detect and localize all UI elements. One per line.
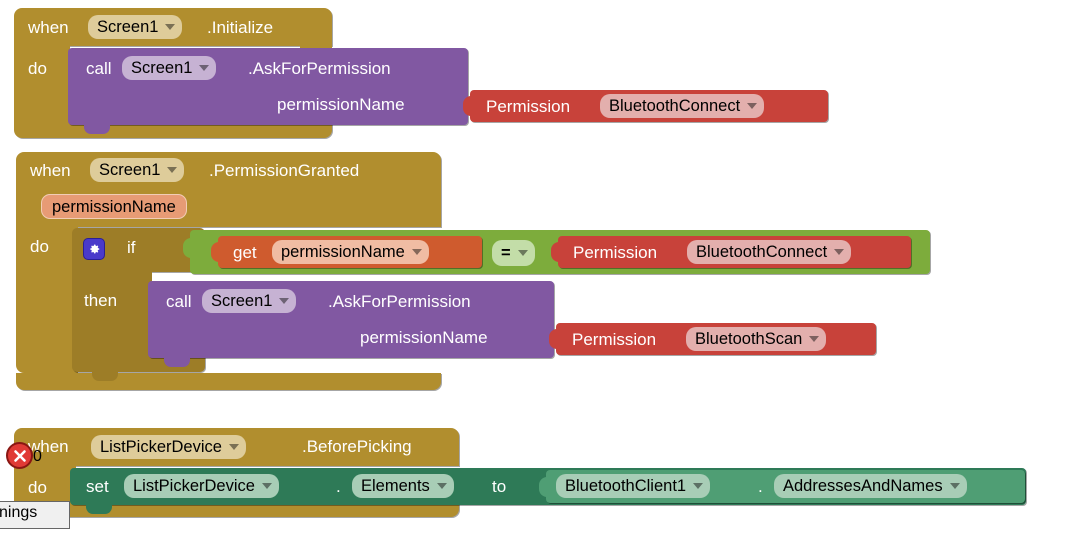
chevron-down-icon [261, 483, 272, 489]
compare-block-plug [183, 238, 195, 258]
permission-dropdown-1-label: BluetoothConnect [609, 97, 741, 115]
mutator-gear-icon[interactable] [83, 238, 105, 260]
call-keyword-1: call [86, 59, 112, 78]
error-x-icon [13, 449, 26, 462]
warnings-label-box[interactable]: nings [0, 501, 70, 529]
error-count: 0 [33, 448, 42, 465]
permission-dropdown-3[interactable]: BluetoothScan [686, 327, 827, 351]
variable-get-block-plug [211, 242, 223, 262]
chevron-down-icon [517, 250, 528, 256]
event-param-permissionname[interactable]: permissionName [41, 194, 187, 219]
compare-operator-dropdown[interactable]: = [492, 240, 535, 266]
chevron-down-icon [693, 483, 704, 489]
set-keyword: set [86, 477, 109, 496]
permission-dropdown-3-label: BluetoothScan [695, 330, 803, 348]
event-param-permissionname-label: permissionName [52, 197, 176, 216]
when-keyword-2: when [30, 161, 71, 180]
event-block-screen1-permissiongranted-foot [16, 373, 441, 390]
event-name-3: .BeforePicking [302, 437, 412, 456]
helper-block-permission-3-plug [549, 329, 561, 349]
blocks-canvas[interactable]: when Screen1 .Initialize do call Screen1… [0, 0, 1066, 537]
then-label: then [84, 291, 118, 310]
permission-dropdown-2-label: BluetoothConnect [696, 243, 828, 261]
event-name-2: .PermissionGranted [209, 161, 360, 180]
component-dropdown-listpickerdevice[interactable]: ListPickerDevice [91, 435, 246, 459]
get-property-dropdown-addressesandnames-label: AddressesAndNames [783, 477, 943, 495]
chevron-down-icon [411, 249, 422, 255]
get-component-dropdown-bluetoothclient1[interactable]: BluetoothClient1 [556, 474, 711, 498]
permission-label-1: Permission [486, 97, 571, 116]
statement-notch-1 [84, 125, 110, 134]
call-component-dropdown-screen1-1-label: Screen1 [131, 59, 193, 77]
permission-label-2: Permission [573, 243, 658, 262]
variable-dropdown-permissionname[interactable]: permissionName [272, 240, 429, 264]
arg-label-permissionname-1: permissionName [277, 95, 405, 114]
compare-operator-label: = [501, 244, 511, 262]
gear-icon-svg [90, 244, 100, 254]
method-name-2: .AskForPermission [328, 292, 471, 311]
permission-dropdown-2[interactable]: BluetoothConnect [687, 240, 852, 264]
chevron-down-icon [436, 483, 447, 489]
set-component-dropdown-listpickerdevice-label: ListPickerDevice [133, 477, 255, 495]
get-keyword: get [233, 243, 257, 262]
chevron-down-icon [228, 444, 239, 450]
component-dropdown-screen1-1-label: Screen1 [97, 18, 159, 36]
do-label-2: do [30, 237, 49, 256]
call-component-dropdown-screen1-2-label: Screen1 [211, 292, 273, 310]
statement-notch-3 [86, 505, 112, 514]
variable-dropdown-permissionname-label: permissionName [281, 243, 405, 261]
component-dropdown-listpickerdevice-label: ListPickerDevice [100, 438, 222, 456]
permission-dropdown-1[interactable]: BluetoothConnect [600, 94, 765, 118]
to-label: to [492, 477, 507, 496]
if-label: if [127, 238, 136, 257]
helper-block-permission-1-plug [463, 96, 475, 116]
get-property-dropdown-addressesandnames[interactable]: AddressesAndNames [774, 474, 967, 498]
component-dropdown-screen1-2[interactable]: Screen1 [90, 158, 185, 182]
call-component-dropdown-screen1-2[interactable]: Screen1 [202, 289, 297, 313]
chevron-down-icon [809, 336, 820, 342]
property-get-block-plug [539, 477, 551, 497]
warning-error-indicator[interactable]: 0 nings [0, 410, 80, 537]
helper-block-permission-2-plug [551, 242, 563, 262]
arg-label-permissionname-2: permissionName [360, 328, 488, 347]
control-if-notch [92, 372, 118, 381]
set-property-dropdown-elements-label: Elements [361, 477, 430, 495]
chevron-down-icon [747, 103, 758, 109]
error-circle-icon[interactable] [6, 442, 33, 469]
call-component-dropdown-screen1-1[interactable]: Screen1 [122, 56, 217, 80]
control-if-block-spine [72, 268, 152, 356]
get-component-dropdown-bluetoothclient1-label: BluetoothClient1 [565, 477, 687, 495]
chevron-down-icon [167, 167, 178, 173]
call-keyword-2: call [166, 292, 192, 311]
get-dot-separator: . [758, 477, 763, 496]
do-label-1: do [28, 59, 47, 78]
set-property-dropdown-elements[interactable]: Elements [352, 474, 454, 498]
component-dropdown-screen1-1[interactable]: Screen1 [88, 15, 183, 39]
chevron-down-icon [279, 298, 290, 304]
statement-notch-2 [164, 358, 190, 367]
method-name-1: .AskForPermission [248, 59, 391, 78]
when-keyword-1: when [28, 18, 69, 37]
chevron-down-icon [834, 249, 845, 255]
chevron-down-icon [165, 24, 176, 30]
chevron-down-icon [199, 65, 210, 71]
component-dropdown-screen1-2-label: Screen1 [99, 161, 161, 179]
set-component-dropdown-listpickerdevice[interactable]: ListPickerDevice [124, 474, 279, 498]
chevron-down-icon [949, 483, 960, 489]
permission-label-3: Permission [572, 330, 657, 349]
event-name-1: .Initialize [207, 18, 274, 37]
set-dot-separator: . [336, 477, 341, 496]
